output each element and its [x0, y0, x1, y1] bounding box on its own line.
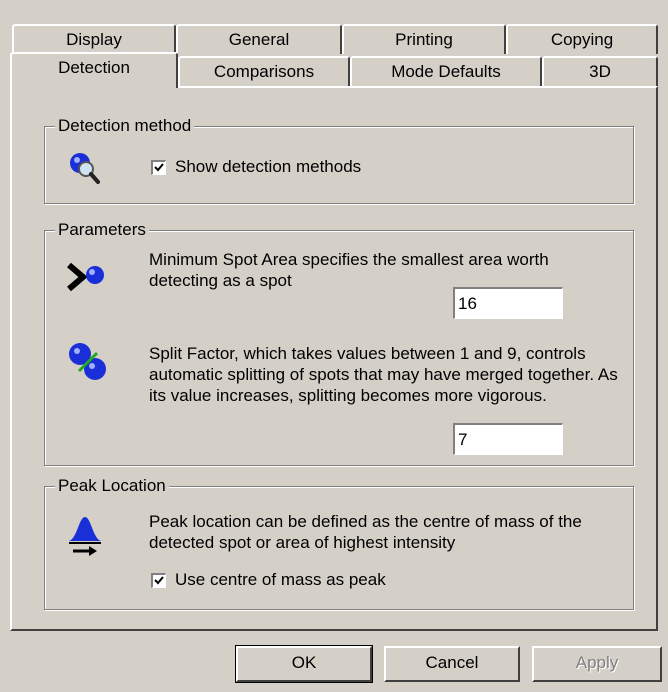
- tab-general[interactable]: General: [176, 24, 342, 54]
- peak-description: Peak location can be defined as the cent…: [149, 512, 582, 552]
- centre-of-mass-checkbox[interactable]: [151, 573, 166, 588]
- tab-copying[interactable]: Copying: [506, 24, 658, 54]
- detection-method-title: Detection method: [55, 116, 195, 136]
- arrow-spot-icon: [67, 261, 107, 300]
- detection-method-group: Detection method Show detection methods: [44, 116, 634, 204]
- options-dialog: Display General Printing Copying Detecti…: [0, 0, 668, 692]
- tab-detection[interactable]: Detection: [10, 52, 178, 88]
- tab-display[interactable]: Display: [12, 24, 176, 54]
- show-methods-label[interactable]: Show detection methods: [175, 157, 361, 177]
- min-spot-area-input[interactable]: [453, 287, 563, 319]
- tab-printing[interactable]: Printing: [342, 24, 506, 54]
- split-factor-description: Split Factor, which takes values between…: [149, 344, 618, 405]
- split-spots-icon: [67, 341, 109, 388]
- centre-of-mass-label[interactable]: Use centre of mass as peak: [175, 570, 386, 590]
- peak-location-group: Peak Location Peak location can be defin…: [44, 476, 634, 610]
- ok-button[interactable]: OK: [235, 645, 373, 683]
- min-spot-description: Minimum Spot Area specifies the smallest…: [149, 250, 549, 290]
- peak-location-title: Peak Location: [55, 476, 169, 496]
- parameters-title: Parameters: [55, 220, 149, 240]
- detection-panel: Detection method Show detection methods …: [10, 86, 658, 631]
- tab-mode-defaults[interactable]: Mode Defaults: [350, 56, 542, 86]
- peak-icon: [67, 513, 107, 562]
- parameters-group: Parameters Minimum Spot Area specifies t…: [44, 220, 634, 466]
- split-factor-input[interactable]: [453, 423, 563, 455]
- tab-comparisons[interactable]: Comparisons: [178, 56, 350, 86]
- apply-button[interactable]: Apply: [532, 646, 662, 682]
- cancel-button[interactable]: Cancel: [384, 646, 520, 682]
- tab-3d[interactable]: 3D: [542, 56, 658, 86]
- magnifier-spot-icon: [67, 151, 101, 190]
- show-methods-checkbox[interactable]: [151, 160, 166, 175]
